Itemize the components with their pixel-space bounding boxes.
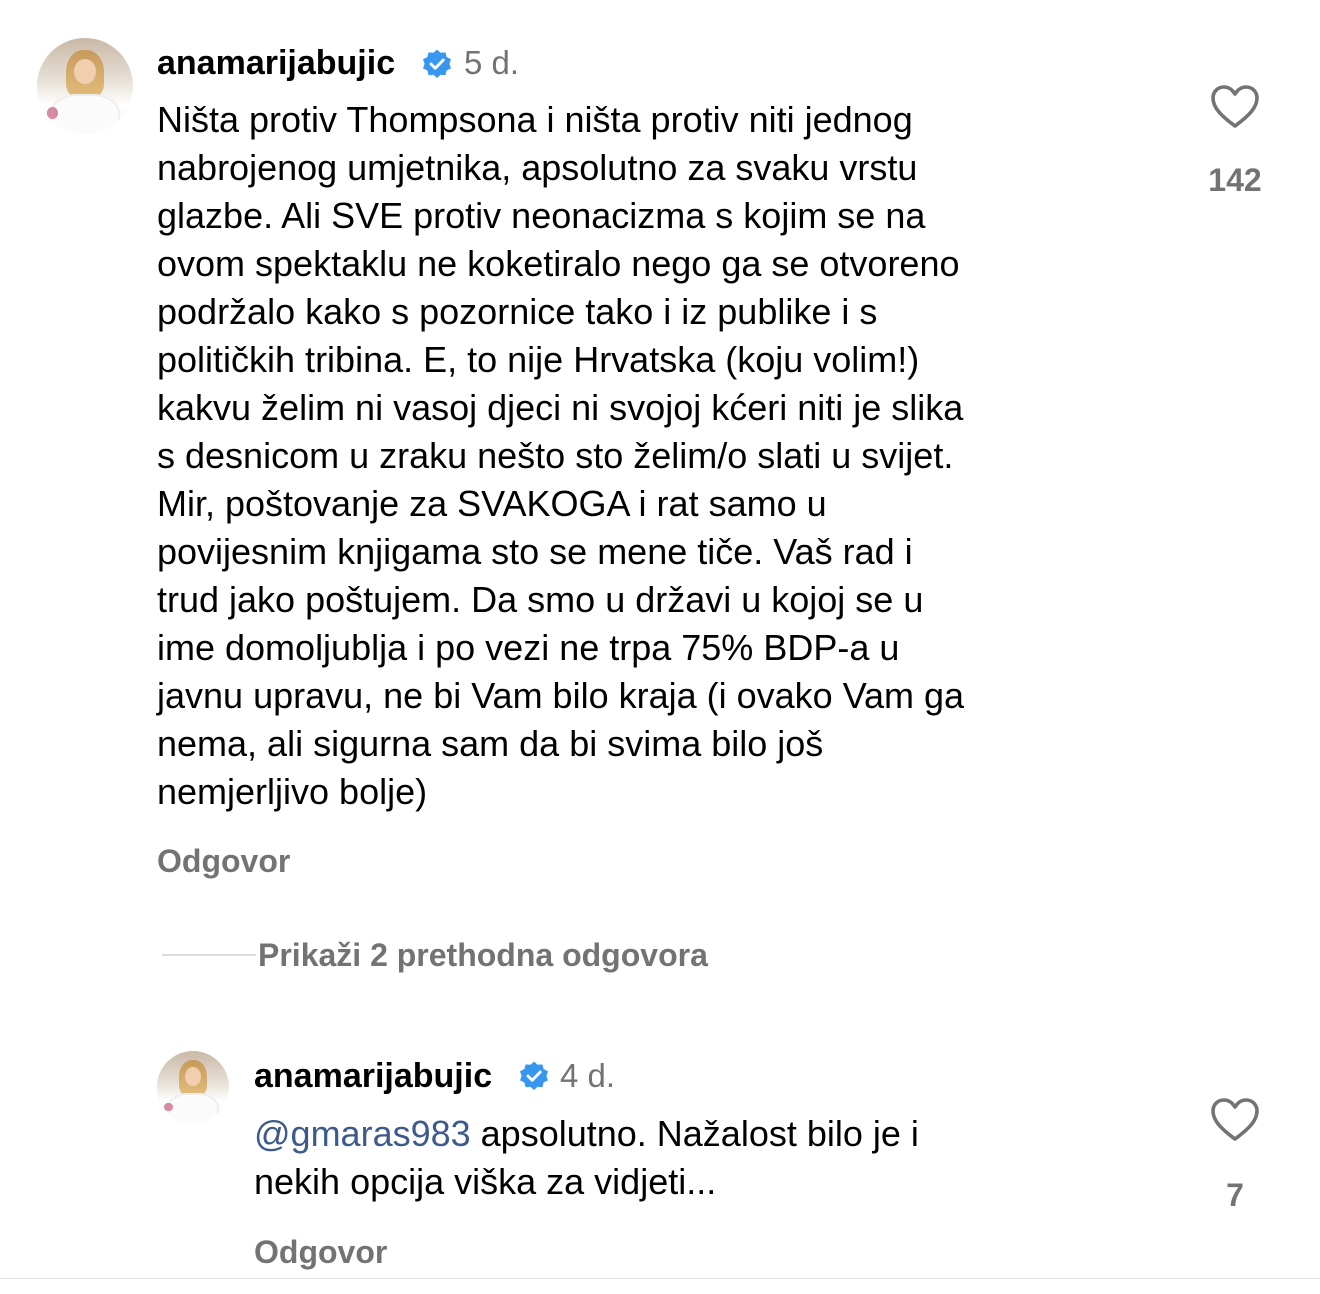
reply-text-line1: apsolutno. Nažalost bilo je i: [470, 1113, 919, 1154]
reply-time: 4 d.: [560, 1057, 616, 1094]
reply-avatar[interactable]: [157, 1051, 229, 1123]
reply-username[interactable]: anamarijabujic: [254, 1056, 492, 1096]
mention-link[interactable]: @gmaras983: [254, 1113, 471, 1154]
divider: [0, 1278, 1320, 1279]
reply-text-line2: nekih opcija viška za vidjeti...: [254, 1161, 717, 1202]
comment-text: Ništa protiv Thompsona i ništa protiv ni…: [157, 99, 965, 812]
heart-outline-icon[interactable]: [1210, 1097, 1260, 1143]
like-count: 7: [1226, 1177, 1244, 1213]
show-previous-replies-button[interactable]: Prikaži 2 prethodna odgovora: [258, 935, 708, 975]
reply-text: @gmaras983 apsolutno. Nažalost bilo je i…: [254, 1110, 1174, 1206]
avatar[interactable]: [37, 38, 133, 134]
verified-badge-icon: [423, 49, 451, 78]
verified-badge-icon: [520, 1061, 548, 1090]
heart-outline-icon[interactable]: [1210, 84, 1260, 130]
comment-username[interactable]: anamarijabujic: [157, 43, 395, 83]
reply-button[interactable]: Odgovor: [157, 841, 290, 881]
thread-divider: [162, 954, 256, 956]
comment-time: 5 d.: [464, 44, 520, 81]
like-count: 142: [1208, 162, 1262, 198]
reply-button[interactable]: Odgovor: [254, 1232, 387, 1272]
